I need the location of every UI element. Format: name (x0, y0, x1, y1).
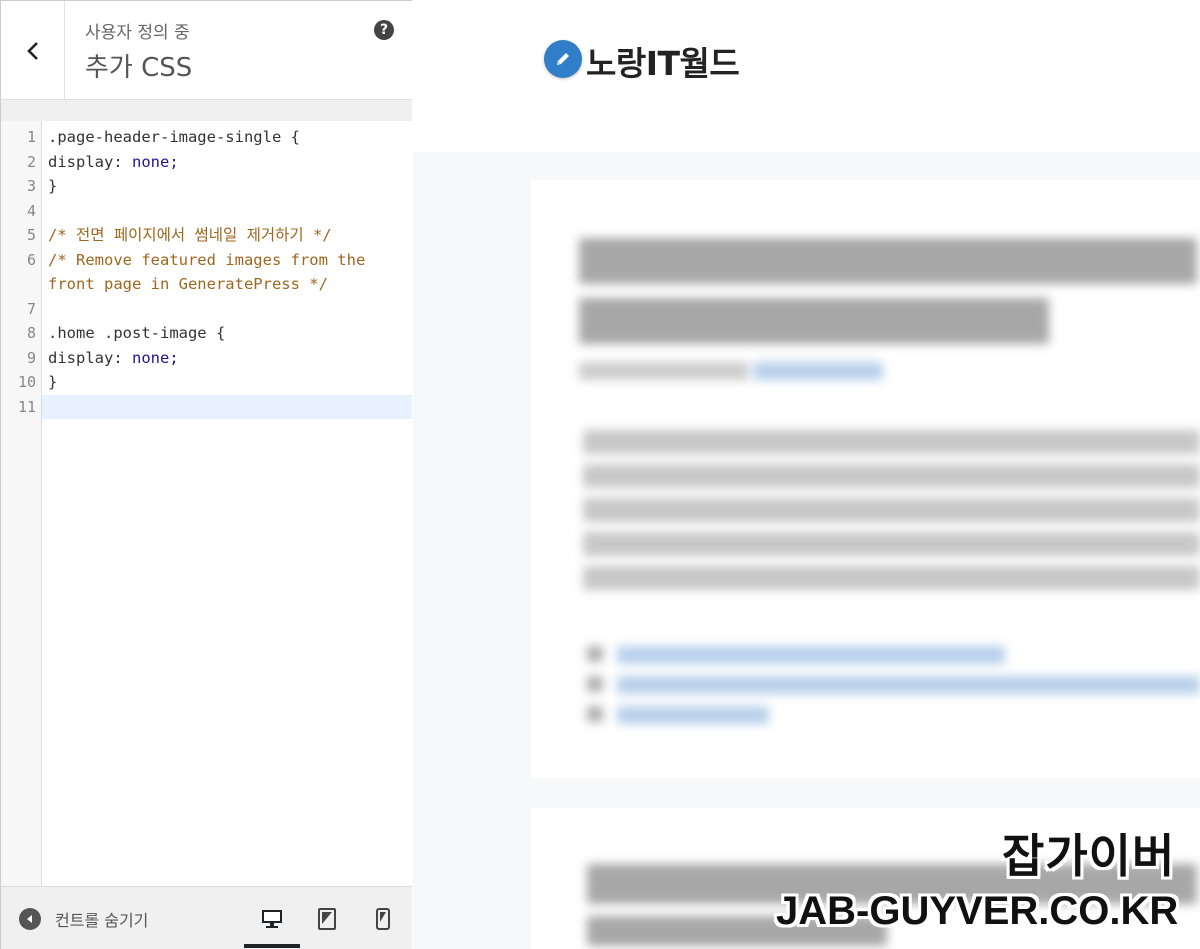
chevron-left-icon (26, 41, 38, 60)
code-line[interactable]: 10} (1, 370, 412, 395)
collapse-icon (19, 908, 41, 930)
preview-mobile-button[interactable] (363, 905, 403, 933)
line-number: 4 (26, 201, 36, 220)
panel-header: 사용자 정의 중 추가 CSS ? (1, 1, 412, 100)
line-number: 9 (26, 348, 36, 367)
panel-subtitle: 사용자 정의 중 (85, 23, 190, 43)
code-line[interactable]: 4 (1, 199, 412, 224)
preview-desktop-button[interactable] (252, 905, 292, 933)
blurred-post-meta-link (753, 362, 883, 380)
active-line-highlight (42, 394, 412, 419)
css-property: display (48, 152, 114, 171)
blurred-paragraph-line (583, 498, 1200, 522)
panel-footer: 컨트롤 숨기기 (1, 886, 412, 949)
line-code: display: none; (48, 346, 179, 371)
css-colon: : (113, 348, 132, 367)
watermark-url: JAB-GUYVER.CO.KR (776, 889, 1179, 933)
site-logo[interactable] (544, 40, 582, 78)
code-line[interactable]: 3} (1, 174, 412, 199)
active-device-indicator (244, 944, 300, 948)
mobile-icon (376, 908, 390, 930)
code-comment: front page in GeneratePress */ (48, 275, 328, 293)
line-number: 6 (26, 250, 36, 269)
code-line[interactable]: 8 .home .post-image { (1, 321, 412, 346)
preview-tablet-button[interactable] (307, 905, 347, 933)
blurred-list-bullet (587, 646, 603, 662)
blurred-post-title (579, 238, 1197, 284)
back-button[interactable] (1, 1, 65, 100)
site-header: 노랑IT월드 (413, 0, 1200, 152)
css-code-editor[interactable]: 1 .page-header-image-single { 2 display: no… (1, 121, 412, 886)
customizer-panel: 사용자 정의 중 추가 CSS ? 1 .page-header-image-si… (0, 0, 412, 949)
code-line[interactable]: 1 .page-header-image-single { (1, 125, 412, 150)
blurred-list-link (617, 646, 1005, 664)
blurred-list-bullet (587, 706, 603, 722)
hide-controls-label: 컨트롤 숨기기 (55, 911, 149, 930)
hide-controls-button[interactable]: 컨트롤 숨기기 (19, 907, 148, 931)
line-code: } (48, 177, 58, 195)
desktop-icon (262, 910, 282, 928)
line-number: 3 (26, 177, 36, 195)
blurred-paragraph-line (583, 430, 1200, 454)
line-number: 2 (26, 152, 36, 171)
code-line[interactable]: front page in GeneratePress */ (1, 272, 412, 297)
code-line[interactable]: 9 display: none; (1, 346, 412, 371)
tablet-icon (318, 908, 336, 930)
line-number: 1 (26, 128, 36, 146)
pencil-icon (557, 53, 569, 65)
help-icon[interactable]: ? (374, 20, 394, 40)
line-code: .home .post-image { (48, 324, 226, 342)
line-code: display: none; (48, 150, 179, 175)
css-colon: : (113, 152, 132, 171)
code-comment: /* Remove featured images from the (48, 250, 366, 269)
line-number: 8 (26, 324, 36, 342)
site-preview: 노랑IT월드 (413, 0, 1200, 949)
line-code: /* Remove featured images from the (48, 248, 365, 273)
watermark-korean: 잡가이버 (1002, 829, 1176, 883)
line-code: .page-header-image-single { (48, 128, 300, 146)
line-code: } (48, 373, 58, 391)
header-divider (1, 100, 412, 121)
line-code: front page in GeneratePress */ (48, 272, 328, 297)
blurred-list-bullet (587, 676, 603, 692)
blurred-paragraph-line (583, 566, 1200, 590)
line-code: /* 전면 페이지에서 썸네일 제거하기 */ (48, 223, 332, 248)
blurred-list-link (617, 676, 1200, 694)
code-line[interactable]: 6 /* Remove featured images from the (1, 248, 412, 273)
code-comment: /* 전면 페이지에서 썸네일 제거하기 */ (48, 226, 332, 244)
line-number: 5 (26, 226, 36, 244)
blurred-paragraph-line (583, 532, 1200, 556)
css-value: none; (132, 348, 179, 367)
line-number: 11 (17, 397, 36, 416)
blurred-list-link (617, 706, 769, 724)
code-line[interactable]: 2 display: none; (1, 150, 412, 175)
code-line[interactable]: 5 /* 전면 페이지에서 썸네일 제거하기 */ (1, 223, 412, 248)
code-line[interactable]: 11 (1, 394, 412, 419)
blurred-paragraph-line (583, 464, 1200, 488)
blurred-post-meta (579, 362, 749, 380)
panel-title: 추가 CSS (85, 53, 193, 83)
css-value: none; (132, 152, 179, 171)
line-number: 7 (26, 299, 36, 318)
code-line[interactable]: 7 (1, 297, 412, 322)
line-number: 10 (17, 373, 36, 391)
blurred-post-title (579, 298, 1049, 344)
blurred-post-card (531, 180, 1200, 778)
site-title[interactable]: 노랑IT월드 (586, 37, 740, 85)
css-property: display (48, 348, 114, 367)
